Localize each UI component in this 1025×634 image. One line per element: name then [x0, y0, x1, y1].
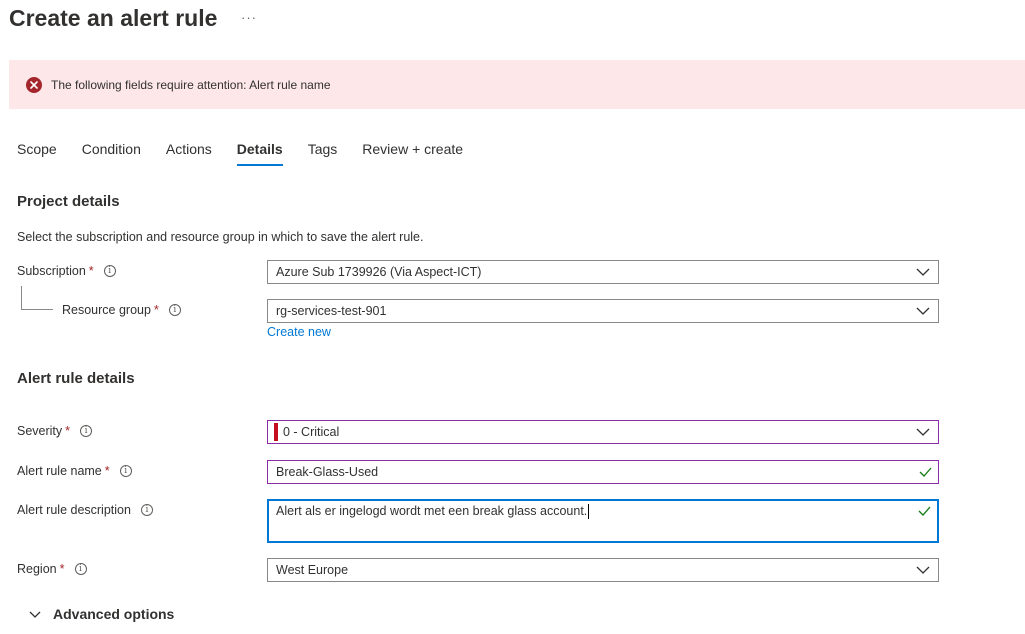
tab-details[interactable]: Details	[236, 141, 283, 166]
resource-group-label: Resource group * i	[62, 303, 181, 317]
alert-rule-description-label: Alert rule description i	[17, 503, 153, 517]
alert-rule-details-heading: Alert rule details	[17, 370, 135, 387]
tab-condition[interactable]: Condition	[82, 141, 141, 166]
region-label-text: Region	[17, 562, 57, 576]
info-icon[interactable]: i	[119, 465, 132, 477]
alert-rule-name-value: Break-Glass-Used	[276, 465, 379, 479]
error-message: The following fields require attention: …	[51, 77, 331, 92]
required-marker: *	[104, 464, 110, 478]
resource-group-label-text: Resource group	[62, 303, 151, 317]
subscription-dropdown[interactable]: Azure Sub 1739926 (Via Aspect-ICT)	[267, 260, 939, 284]
required-marker: *	[153, 303, 159, 317]
required-marker: *	[65, 424, 71, 438]
severity-label: Severity * i	[17, 424, 93, 438]
chevron-down-icon	[916, 566, 930, 574]
create-new-link[interactable]: Create new	[267, 325, 331, 339]
alert-rule-description-label-text: Alert rule description	[17, 503, 131, 517]
required-marker: *	[59, 562, 65, 576]
info-icon[interactable]: i	[140, 504, 153, 516]
checkmark-icon	[919, 467, 932, 477]
chevron-down-icon	[916, 268, 930, 276]
more-options-button[interactable]: ···	[241, 10, 257, 25]
chevron-down-icon	[916, 428, 930, 436]
chevron-down-icon	[916, 307, 930, 315]
tab-scope[interactable]: Scope	[17, 141, 57, 166]
alert-rule-name-input[interactable]: Break-Glass-Used	[267, 460, 939, 484]
checkmark-icon	[918, 506, 931, 516]
chevron-down-icon	[29, 611, 41, 618]
text-cursor	[588, 504, 590, 519]
tree-connector-vertical	[21, 286, 22, 310]
info-icon[interactable]: i	[74, 563, 87, 575]
resource-group-value: rg-services-test-901	[276, 304, 387, 318]
tab-bar: Scope Condition Actions Details Tags Rev…	[17, 141, 488, 166]
info-icon[interactable]: i	[80, 425, 93, 437]
tab-actions[interactable]: Actions	[166, 141, 212, 166]
resource-group-dropdown[interactable]: rg-services-test-901	[267, 299, 939, 323]
severity-label-text: Severity	[17, 424, 63, 438]
subscription-label: Subscription * i	[17, 264, 116, 278]
subscription-value: Azure Sub 1739926 (Via Aspect-ICT)	[276, 265, 482, 279]
project-details-heading: Project details	[17, 193, 120, 210]
alert-rule-description-value: Alert als er ingelogd wordt met een brea…	[276, 504, 588, 518]
required-marker: *	[88, 264, 94, 278]
severity-dropdown[interactable]: 0 - Critical	[267, 420, 939, 444]
page-title: Create an alert rule	[9, 5, 218, 31]
region-label: Region * i	[17, 562, 87, 576]
tab-tags[interactable]: Tags	[308, 141, 338, 166]
region-dropdown[interactable]: West Europe	[267, 558, 939, 582]
alert-rule-name-label-text: Alert rule name	[17, 464, 102, 478]
info-icon[interactable]: i	[103, 265, 116, 277]
alert-rule-name-label: Alert rule name * i	[17, 464, 132, 478]
severity-color-indicator	[274, 423, 278, 441]
tree-connector-horizontal	[21, 309, 53, 310]
region-value: West Europe	[276, 563, 349, 577]
alert-rule-description-textarea[interactable]: Alert als er ingelogd wordt met een brea…	[267, 499, 939, 543]
severity-value: 0 - Critical	[283, 425, 340, 439]
advanced-options-label: Advanced options	[53, 606, 175, 622]
project-details-description: Select the subscription and resource gro…	[17, 230, 424, 244]
tab-review-create[interactable]: Review + create	[362, 141, 463, 166]
subscription-label-text: Subscription	[17, 264, 86, 278]
advanced-options-toggle[interactable]: Advanced options	[29, 606, 174, 622]
error-banner: The following fields require attention: …	[9, 60, 1025, 109]
info-icon[interactable]: i	[168, 304, 181, 316]
error-icon	[26, 76, 42, 93]
